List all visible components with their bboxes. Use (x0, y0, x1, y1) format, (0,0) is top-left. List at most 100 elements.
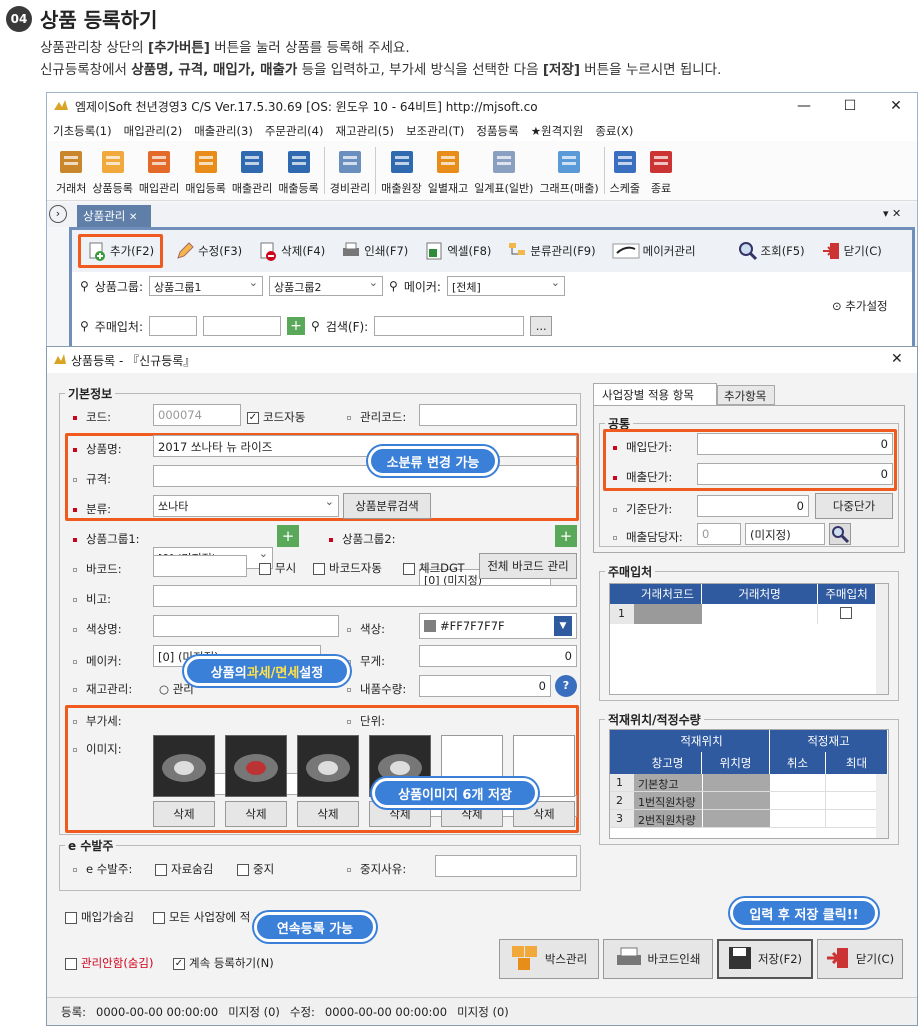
color-name-input[interactable] (153, 615, 339, 637)
check-dgt-checkbox[interactable]: 체크DGT (403, 560, 465, 576)
min-cell[interactable] (770, 810, 826, 827)
scrollbar[interactable] (876, 774, 888, 838)
table-row[interactable]: 1 기본창고 (610, 774, 876, 792)
sell-price-input[interactable]: 0 (697, 463, 893, 485)
toolbar-button[interactable]: 매입등록 (182, 141, 228, 200)
code-input[interactable]: 000074 (153, 404, 241, 426)
location-cell[interactable] (702, 792, 770, 809)
menu-item[interactable]: 기초등록(1) (47, 119, 118, 141)
product-image-slot[interactable] (297, 735, 359, 797)
buy-price-input[interactable]: 0 (697, 433, 893, 455)
barcode-auto-checkbox[interactable]: 바코드자동 (313, 560, 382, 576)
product-image-slot[interactable] (153, 735, 215, 797)
menu-item[interactable]: 매출관리(3) (188, 119, 259, 141)
location-cell[interactable] (702, 810, 770, 827)
stop-reason-input[interactable] (435, 855, 577, 877)
menu-item[interactable]: ★원격지원 (525, 119, 590, 141)
code-auto-checkbox[interactable]: ✓ 코드자동 (247, 409, 305, 425)
delete-button[interactable]: 삭제(F4) (254, 238, 329, 264)
barcode-input[interactable] (153, 555, 247, 577)
dialog-close-button[interactable]: 닫기(C) (817, 939, 903, 979)
group2-select[interactable]: 상품그룹2 (269, 276, 384, 296)
max-cell[interactable] (826, 792, 876, 809)
toolbar-button[interactable]: 스케줄 (607, 141, 643, 200)
tab-dropdown-icon[interactable]: ▾ ✕ (883, 207, 901, 220)
min-cell[interactable] (770, 774, 826, 791)
menu-item[interactable]: 보조관리(T) (400, 119, 470, 141)
supplier-name-input[interactable] (203, 316, 282, 336)
toolbar-button[interactable]: 일별재고 (425, 141, 471, 200)
maximize-button[interactable]: ☐ (835, 95, 865, 117)
product-image-slot[interactable] (225, 735, 287, 797)
continue-register-checkbox[interactable]: ✓ 계속 등록하기(N) (173, 955, 274, 971)
min-cell[interactable] (770, 792, 826, 809)
add-button[interactable]: 추가(F2) (78, 234, 164, 268)
color-picker[interactable]: #FF7F7F7F ▼ (419, 613, 577, 639)
close-panel-button[interactable]: 닫기(C) (817, 238, 886, 264)
unmanaged-checkbox[interactable]: 관리안함(숨김) (65, 955, 153, 971)
search-more-button[interactable]: ... (530, 316, 553, 336)
all-biz-checkbox[interactable]: 모든 사업장에 적 (153, 909, 250, 925)
menu-item[interactable]: 매입관리(2) (118, 119, 189, 141)
tab-extra-items[interactable]: 추가항목 (717, 385, 775, 405)
table-row[interactable]: 2 1번직원차량 (610, 792, 876, 810)
stock-radio[interactable]: ○ 관리 (159, 681, 194, 697)
toolbar-button[interactable]: 매출원장 (378, 141, 424, 200)
category-select[interactable]: 쏘나타 (153, 495, 339, 517)
sales-manager-code[interactable]: 0 (697, 523, 741, 545)
search-input[interactable] (374, 316, 525, 336)
note-input[interactable] (153, 585, 577, 607)
tab-close-icon[interactable]: ✕ (129, 212, 137, 223)
base-price-input[interactable]: 0 (697, 495, 809, 517)
purchase-hide-checkbox[interactable]: 매입가숨김 (65, 909, 134, 925)
barcode-manage-button[interactable]: 전체 바코드 관리 (479, 553, 577, 579)
ignore-checkbox[interactable]: 무시 (259, 560, 296, 576)
product-name-input[interactable]: 2017 쏘나타 뉴 라이즈 (153, 435, 577, 457)
max-cell[interactable] (826, 810, 876, 827)
edit-button[interactable]: 수정(F3) (171, 238, 246, 264)
delete-image-button[interactable]: 삭제 (225, 801, 287, 827)
menu-item[interactable]: 재고관리(5) (329, 119, 400, 141)
group1-select[interactable]: 상품그룹1 (149, 276, 264, 296)
search-button[interactable]: 조회(F5) (734, 238, 809, 264)
tab-product-management[interactable]: 상품관리 ✕ (77, 205, 151, 227)
save-button[interactable]: 저장(F2) (717, 939, 813, 979)
box-manage-button[interactable]: 박스관리 (499, 939, 599, 979)
sales-manager-name[interactable]: (미지정) (745, 523, 825, 545)
toolbar-button[interactable]: 그래프(매출) (536, 141, 601, 200)
maker-filter-select[interactable]: [전체] (446, 276, 565, 296)
excel-button[interactable]: 엑셀(F8) (420, 238, 495, 264)
multi-price-button[interactable]: 다중단가 (815, 493, 893, 519)
toolbar-button[interactable]: 매입관리 (136, 141, 182, 200)
category-search-button[interactable]: 상품분류검색 (343, 493, 431, 519)
weight-input[interactable]: 0 (419, 645, 577, 667)
barcode-print-button[interactable]: 바코드인쇄 (603, 939, 713, 979)
toolbar-button[interactable]: 종료 (643, 141, 679, 200)
menu-item[interactable]: 주문관리(4) (259, 119, 330, 141)
minimize-button[interactable]: — (789, 95, 819, 117)
inner-qty-input[interactable]: 0 (419, 675, 551, 697)
toolbar-button[interactable]: 상품등록 (89, 141, 135, 200)
delete-image-button[interactable]: 삭제 (153, 801, 215, 827)
extra-settings-button[interactable]: ⊙ 추가설정 (832, 298, 888, 314)
add-group2-icon[interactable]: + (555, 525, 577, 547)
toolbar-button[interactable]: 매출등록 (275, 141, 321, 200)
toolbar-button[interactable]: 거래처 (53, 141, 89, 200)
main-supplier-checkbox[interactable] (840, 607, 852, 619)
expand-icon[interactable]: › (49, 205, 67, 223)
tab-business-items[interactable]: 사업장별 적용 항목 (593, 383, 717, 405)
menu-item[interactable]: 종료(X) (589, 119, 639, 141)
help-icon[interactable]: ? (555, 675, 577, 697)
supplier-code-input[interactable] (149, 316, 198, 336)
toolbar-button[interactable]: 경비관리 (327, 141, 373, 200)
supplier-name-cell[interactable] (702, 604, 818, 624)
table-row[interactable]: 3 2번직원차량 (610, 810, 876, 828)
location-cell[interactable] (702, 774, 770, 791)
stop-checkbox[interactable]: 중지 (237, 861, 274, 877)
menu-item[interactable]: 정품등록 (470, 119, 524, 141)
hide-data-checkbox[interactable]: 자료숨김 (155, 861, 213, 877)
print-button[interactable]: 인쇄(F7) (337, 238, 412, 264)
toolbar-button[interactable]: 매출관리 (229, 141, 275, 200)
spec-input[interactable] (153, 465, 577, 487)
add-supplier-icon[interactable]: + (287, 317, 306, 335)
